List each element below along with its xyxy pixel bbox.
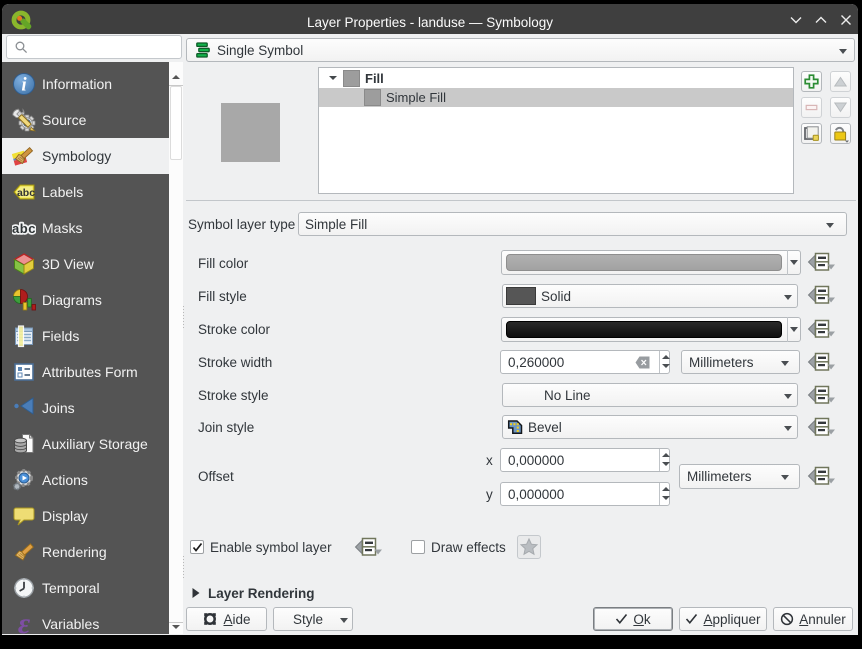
svg-text:abc: abc (17, 187, 35, 199)
svg-text:i: i (21, 75, 27, 96)
svg-text:ε: ε (18, 612, 31, 634)
svg-text:abc: abc (12, 221, 36, 236)
